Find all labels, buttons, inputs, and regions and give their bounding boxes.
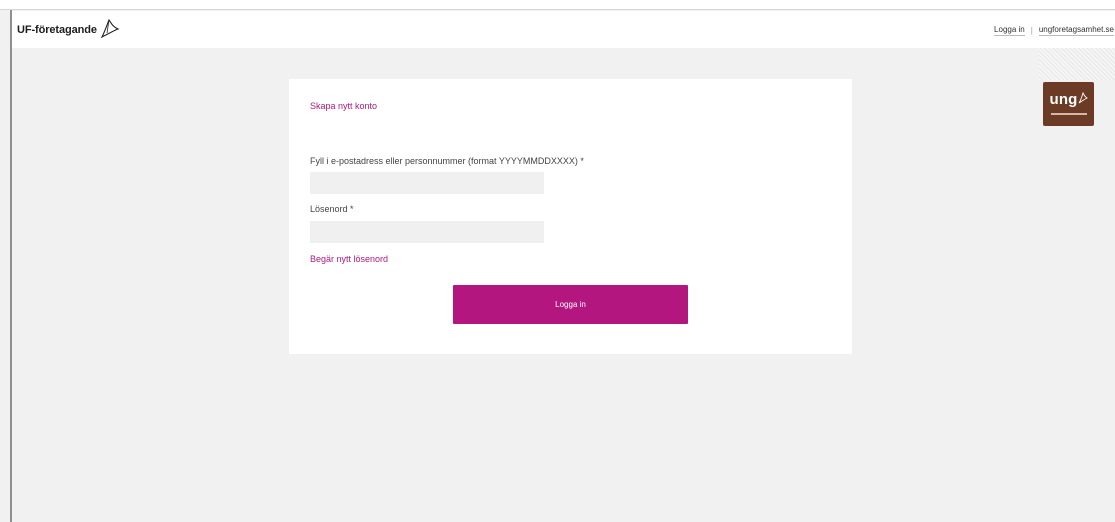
quill-logo-icon	[100, 18, 120, 39]
login-button[interactable]: Logga in	[453, 285, 688, 324]
top-links: Logga in | ungforetagsamhet.se	[994, 25, 1114, 36]
link-separator: |	[1030, 26, 1033, 35]
uf-logo[interactable]: UF-företagande	[17, 15, 121, 45]
page-frame: UF-företagande Logga in | ungforetagsamh…	[0, 0, 1115, 522]
badge-underline	[1050, 113, 1087, 115]
decorative-pattern	[1039, 48, 1115, 80]
logo-text: UF-företagande	[17, 24, 97, 36]
forgot-password-link[interactable]: Begär nytt lösenord	[310, 254, 388, 264]
ungforetagsamhet-link[interactable]: ungforetagsamhet.se	[1038, 25, 1114, 36]
left-border	[10, 10, 12, 522]
email-field[interactable]	[310, 172, 544, 194]
browser-edge	[0, 0, 1115, 10]
site-header: UF-företagande Logga in | ungforetagsamh…	[12, 11, 1115, 48]
top-login-link[interactable]: Logga in	[994, 25, 1025, 36]
quill-badge-icon	[1078, 91, 1088, 104]
create-account-link[interactable]: Skapa nytt konto	[310, 101, 377, 111]
password-label: Lösenord *	[310, 204, 354, 214]
ung-badge[interactable]: ung	[1043, 82, 1094, 126]
email-label: Fyll i e-postadress eller personnummer (…	[310, 156, 584, 166]
login-card: Skapa nytt konto Fyll i e-postadress ell…	[289, 79, 852, 354]
password-field[interactable]	[310, 221, 544, 243]
ung-badge-text: ung	[1049, 91, 1078, 108]
